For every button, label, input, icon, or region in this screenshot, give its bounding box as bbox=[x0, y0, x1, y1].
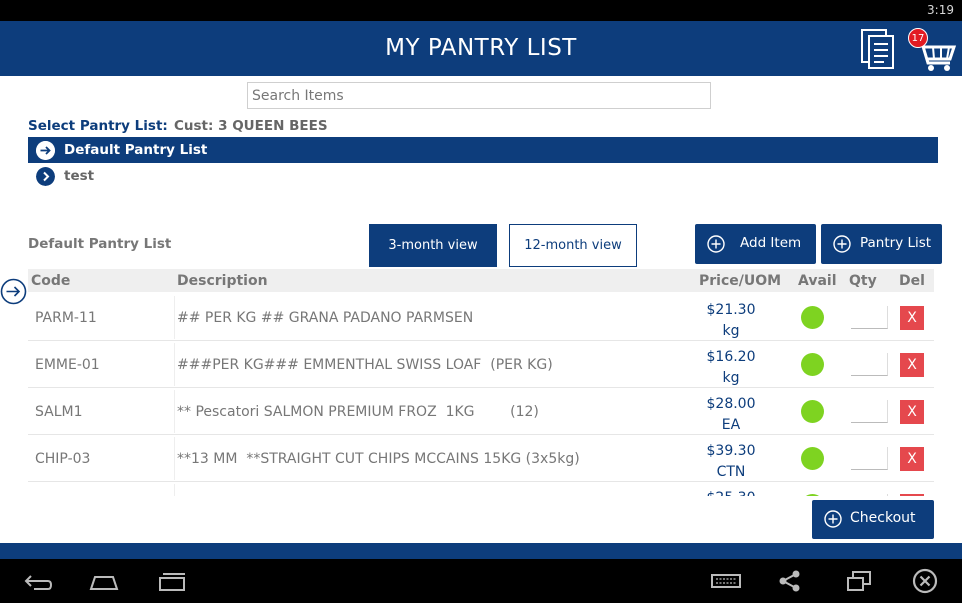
availability-indicator bbox=[801, 494, 824, 496]
item-uom: EA bbox=[721, 417, 741, 433]
header-avail: Avail bbox=[798, 273, 837, 289]
quantity-input[interactable] bbox=[851, 306, 888, 329]
home-icon[interactable] bbox=[88, 567, 120, 595]
item-code: EMME-01 bbox=[35, 357, 100, 373]
status-bar: 3:19 bbox=[0, 0, 962, 21]
status-time: 3:19 bbox=[927, 3, 954, 17]
item-description: **13 MM **STRAIGHT CUT CHIPS MCCAINS 15K… bbox=[177, 451, 580, 467]
twelve-month-view-button[interactable]: 12-month view bbox=[509, 224, 637, 267]
item-price: $21.30 bbox=[706, 302, 756, 318]
recent-apps-icon[interactable] bbox=[156, 567, 188, 595]
header-description: Description bbox=[177, 273, 268, 289]
page-title: MY PANTRY LIST bbox=[385, 35, 577, 61]
select-pantry-label: Select Pantry List: bbox=[28, 118, 168, 134]
window-icon[interactable] bbox=[844, 567, 874, 595]
header-code: Code bbox=[31, 273, 71, 289]
item-price-uom: $21.30 kg bbox=[694, 300, 768, 342]
column-divider bbox=[174, 390, 175, 433]
current-list-title: Default Pantry List bbox=[28, 236, 172, 252]
item-price: $28.00 bbox=[706, 396, 756, 412]
pantry-list-item-test[interactable]: test bbox=[28, 163, 938, 189]
close-circle-icon[interactable] bbox=[911, 567, 939, 595]
quantity-input[interactable] bbox=[851, 447, 888, 470]
quantity-input[interactable] bbox=[851, 494, 888, 496]
item-code: SALM1 bbox=[35, 404, 83, 420]
item-description: ###PER KG### EMMENTHAL SWISS LOAF (PER K… bbox=[177, 357, 553, 373]
pantry-list-label: Pantry List bbox=[860, 235, 932, 251]
item-uom: CTN bbox=[716, 464, 746, 480]
quantity-input[interactable] bbox=[851, 400, 888, 423]
item-description: ## PER KG ## GRANA PADANO PARMSEN bbox=[177, 310, 474, 326]
pantry-list-item-default[interactable]: Default Pantry List bbox=[28, 137, 938, 163]
table-row: PARM-11 ## PER KG ## GRANA PADANO PARMSE… bbox=[28, 294, 934, 341]
item-price: $25.30 bbox=[694, 488, 768, 496]
delete-button[interactable]: X bbox=[900, 306, 924, 330]
add-item-label: Add Item bbox=[740, 235, 802, 251]
three-month-view-button[interactable]: 3-month view bbox=[369, 224, 497, 267]
pantry-table: PARM-11 ## PER KG ## GRANA PADANO PARMSE… bbox=[28, 294, 934, 496]
arrow-right-circle-icon[interactable] bbox=[0, 278, 27, 305]
table-header: Code Description Price/UOM Avail Qty Del bbox=[28, 269, 934, 292]
system-nav-bar bbox=[0, 559, 962, 603]
pantry-list-button[interactable]: Pantry List bbox=[821, 224, 942, 264]
delete-button[interactable]: X bbox=[900, 494, 924, 496]
item-price-uom: $16.20 kg bbox=[694, 347, 768, 389]
app-header: MY PANTRY LIST 17 bbox=[0, 21, 962, 76]
add-item-button[interactable]: Add Item bbox=[695, 224, 816, 264]
availability-indicator bbox=[801, 306, 824, 329]
table-row: SALM1 ** Pescatori SALMON PREMIUM FROZ 1… bbox=[28, 388, 934, 435]
delete-button[interactable]: X bbox=[900, 400, 924, 424]
share-icon[interactable] bbox=[776, 567, 804, 595]
customer-label: Cust: 3 QUEEN BEES bbox=[174, 118, 328, 134]
delete-button[interactable]: X bbox=[900, 447, 924, 471]
table-row: CHIP-03 **13 MM **STRAIGHT CUT CHIPS MCC… bbox=[28, 435, 934, 482]
column-divider bbox=[174, 437, 175, 480]
pantry-list-label: test bbox=[64, 168, 95, 184]
keyboard-icon[interactable] bbox=[710, 567, 742, 595]
column-divider bbox=[174, 484, 175, 496]
item-price-uom: $25.30 bbox=[694, 488, 768, 496]
plus-circle-icon bbox=[707, 235, 725, 253]
item-price: $16.20 bbox=[706, 349, 756, 365]
header-qty: Qty bbox=[849, 273, 877, 289]
column-divider bbox=[174, 296, 175, 339]
availability-indicator bbox=[801, 400, 824, 423]
item-price-uom: $39.30 CTN bbox=[694, 441, 768, 483]
availability-indicator bbox=[801, 353, 824, 376]
quantity-input[interactable] bbox=[851, 353, 888, 376]
item-description: ** Pescatori SALMON PREMIUM FROZ 1KG (12… bbox=[177, 404, 539, 420]
header-price: Price/UOM bbox=[699, 273, 782, 289]
checkout-button[interactable]: Checkout bbox=[812, 500, 934, 539]
search-input[interactable] bbox=[247, 82, 711, 109]
checkout-label: Checkout bbox=[850, 510, 916, 526]
chevron-right-circle-icon bbox=[36, 167, 55, 186]
header-del: Del bbox=[899, 273, 925, 289]
cart-count-badge: 17 bbox=[908, 28, 928, 48]
item-code: CHIP-03 bbox=[35, 451, 91, 467]
item-uom: kg bbox=[722, 323, 740, 339]
pantry-list-label: Default Pantry List bbox=[64, 142, 208, 158]
table-row: $25.30 X bbox=[28, 482, 934, 496]
delete-button[interactable]: X bbox=[900, 353, 924, 377]
plus-circle-icon bbox=[824, 510, 842, 528]
arrow-right-circle-icon bbox=[36, 141, 55, 160]
plus-circle-icon bbox=[833, 235, 851, 253]
column-divider bbox=[174, 343, 175, 386]
item-code: PARM-11 bbox=[35, 310, 97, 326]
back-icon[interactable] bbox=[22, 567, 54, 595]
table-row: EMME-01 ###PER KG### EMMENTHAL SWISS LOA… bbox=[28, 341, 934, 388]
item-price: $39.30 bbox=[706, 443, 756, 459]
document-list-icon[interactable] bbox=[858, 27, 898, 71]
availability-indicator bbox=[801, 447, 824, 470]
item-price-uom: $28.00 EA bbox=[694, 394, 768, 436]
item-uom: kg bbox=[722, 370, 740, 386]
footer-strip bbox=[0, 543, 962, 559]
